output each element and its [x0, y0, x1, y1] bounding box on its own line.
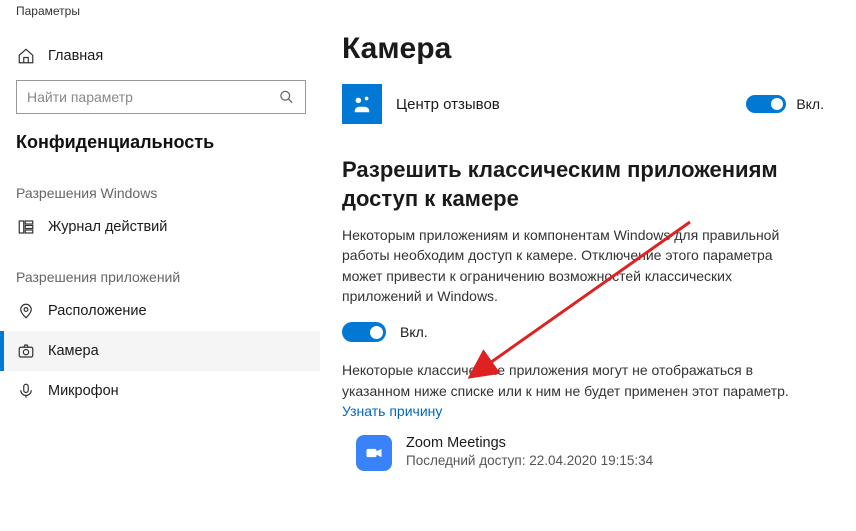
sidebar-location[interactable]: Расположение: [0, 291, 320, 331]
sidebar-category-apps: Разрешения приложений: [0, 247, 320, 291]
section-description: Некоторым приложениям и компонентам Wind…: [342, 225, 802, 306]
sidebar-home[interactable]: Главная: [0, 36, 320, 76]
sidebar-microphone[interactable]: Микрофон: [0, 371, 320, 411]
location-icon: [16, 301, 36, 321]
home-icon: [16, 46, 36, 66]
sidebar-activity-label: Журнал действий: [48, 219, 167, 235]
main-content: Камера Центр отзывов Вкл. Разрешить клас…: [320, 22, 856, 531]
toggle-feedback-camera[interactable]: [746, 95, 786, 113]
sidebar-home-label: Главная: [48, 48, 103, 64]
sidebar-camera[interactable]: Камера: [0, 331, 320, 371]
toggle-desktop-apps[interactable]: [342, 322, 386, 342]
activity-log-icon: [16, 217, 36, 237]
feedback-hub-icon: [342, 84, 382, 124]
window-title: Параметры: [0, 0, 856, 22]
camera-icon: [16, 341, 36, 361]
toggle-desktop-apps-label: Вкл.: [400, 324, 428, 340]
desktop-app-zoom: Zoom Meetings Последний доступ: 22.04.20…: [342, 435, 824, 471]
microphone-icon: [16, 381, 36, 401]
sidebar: Главная Конфиденциальность Разрешения Wi…: [0, 22, 320, 531]
search-icon[interactable]: [279, 90, 294, 105]
toggle-feedback-label: Вкл.: [796, 96, 824, 112]
zoom-app-icon: [356, 435, 392, 471]
zoom-last-access: Последний доступ: 22.04.2020 19:15:34: [406, 453, 653, 468]
sidebar-category-windows: Разрешения Windows: [0, 163, 320, 207]
learn-why-link[interactable]: Узнать причину: [342, 403, 442, 419]
search-input[interactable]: [16, 80, 306, 114]
sidebar-activity-log[interactable]: Журнал действий: [0, 207, 320, 247]
zoom-app-name: Zoom Meetings: [406, 435, 653, 451]
sidebar-microphone-label: Микрофон: [48, 383, 119, 399]
sidebar-privacy-heading: Конфиденциальность: [0, 122, 320, 163]
app-row-feedback: Центр отзывов Вкл.: [342, 84, 824, 124]
app-name-feedback: Центр отзывов: [396, 96, 732, 113]
section-title-desktop-apps: Разрешить классическим приложениям досту…: [342, 156, 802, 213]
note-text: Некоторые классические приложения могут …: [342, 360, 802, 421]
page-title: Камера: [342, 32, 824, 66]
sidebar-location-label: Расположение: [48, 303, 147, 319]
sidebar-camera-label: Камера: [48, 343, 99, 359]
